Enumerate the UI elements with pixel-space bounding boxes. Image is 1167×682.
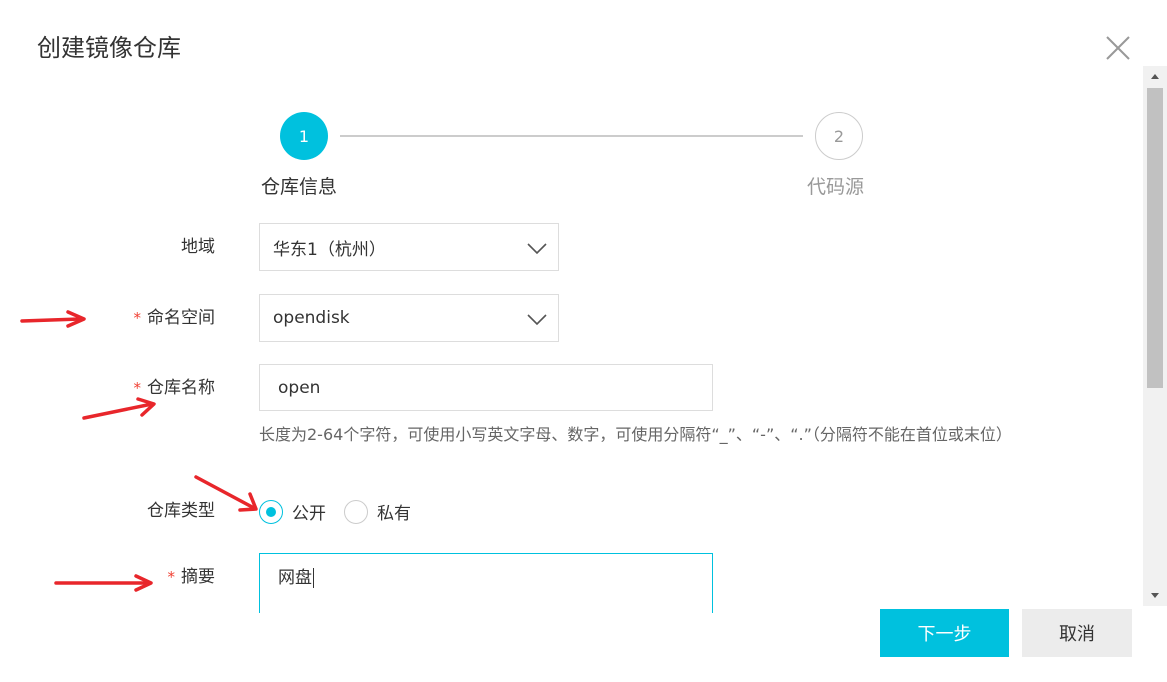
radio-private[interactable]: 私有: [344, 499, 411, 524]
namespace-label: * 命名空间: [133, 308, 216, 328]
summary-textarea[interactable]: 网盘: [259, 553, 713, 613]
step-1-label: 仓库信息: [261, 176, 338, 198]
triangle-down-icon: [1151, 593, 1159, 598]
summary-label: * 摘要: [167, 567, 216, 587]
required-mark: *: [133, 309, 142, 327]
step-2-label: 代码源: [807, 176, 865, 198]
step-2-indicator: 2: [815, 112, 863, 160]
region-select[interactable]: 华东1（杭州）: [259, 223, 559, 271]
chevron-down-icon: [527, 314, 547, 326]
scroll-up-button[interactable]: [1143, 66, 1167, 86]
repo-type-radio-group: 公开 私有: [259, 499, 429, 524]
radio-private-label: 私有: [377, 504, 411, 524]
scrollbar-thumb[interactable]: [1147, 88, 1163, 388]
radio-public[interactable]: 公开: [259, 499, 326, 524]
namespace-select[interactable]: opendisk: [259, 294, 559, 342]
region-label: 地域: [181, 237, 215, 257]
namespace-select-value: opendisk: [273, 308, 350, 328]
repo-name-hint: 长度为2-64个字符，可使用小写英文字母、数字，可使用分隔符“_”、“-”、“.…: [259, 425, 1012, 444]
dialog-title: 创建镜像仓库: [37, 34, 181, 62]
next-step-button[interactable]: 下一步: [880, 609, 1009, 657]
cancel-button[interactable]: 取消: [1022, 609, 1132, 657]
annotation-arrow-icon: [194, 475, 258, 512]
annotation-arrow-icon: [20, 310, 86, 328]
annotation-arrow-icon: [82, 397, 156, 420]
radio-public-label: 公开: [292, 504, 326, 524]
required-mark: *: [133, 379, 142, 397]
triangle-up-icon: [1151, 74, 1159, 79]
step-1-indicator: 1: [280, 112, 328, 160]
chevron-down-icon: [527, 243, 547, 255]
scroll-down-button[interactable]: [1143, 586, 1167, 606]
repo-name-input[interactable]: [259, 364, 713, 411]
annotation-arrow-icon: [54, 574, 153, 592]
close-icon: [1106, 36, 1130, 60]
region-select-value: 华东1（杭州）: [273, 239, 386, 260]
close-button[interactable]: [1104, 34, 1132, 62]
radio-checked-icon: [259, 499, 283, 524]
scrollbar[interactable]: [1143, 66, 1167, 606]
radio-unchecked-icon: [344, 499, 368, 524]
step-connector: [340, 135, 803, 137]
required-mark: *: [167, 568, 176, 586]
